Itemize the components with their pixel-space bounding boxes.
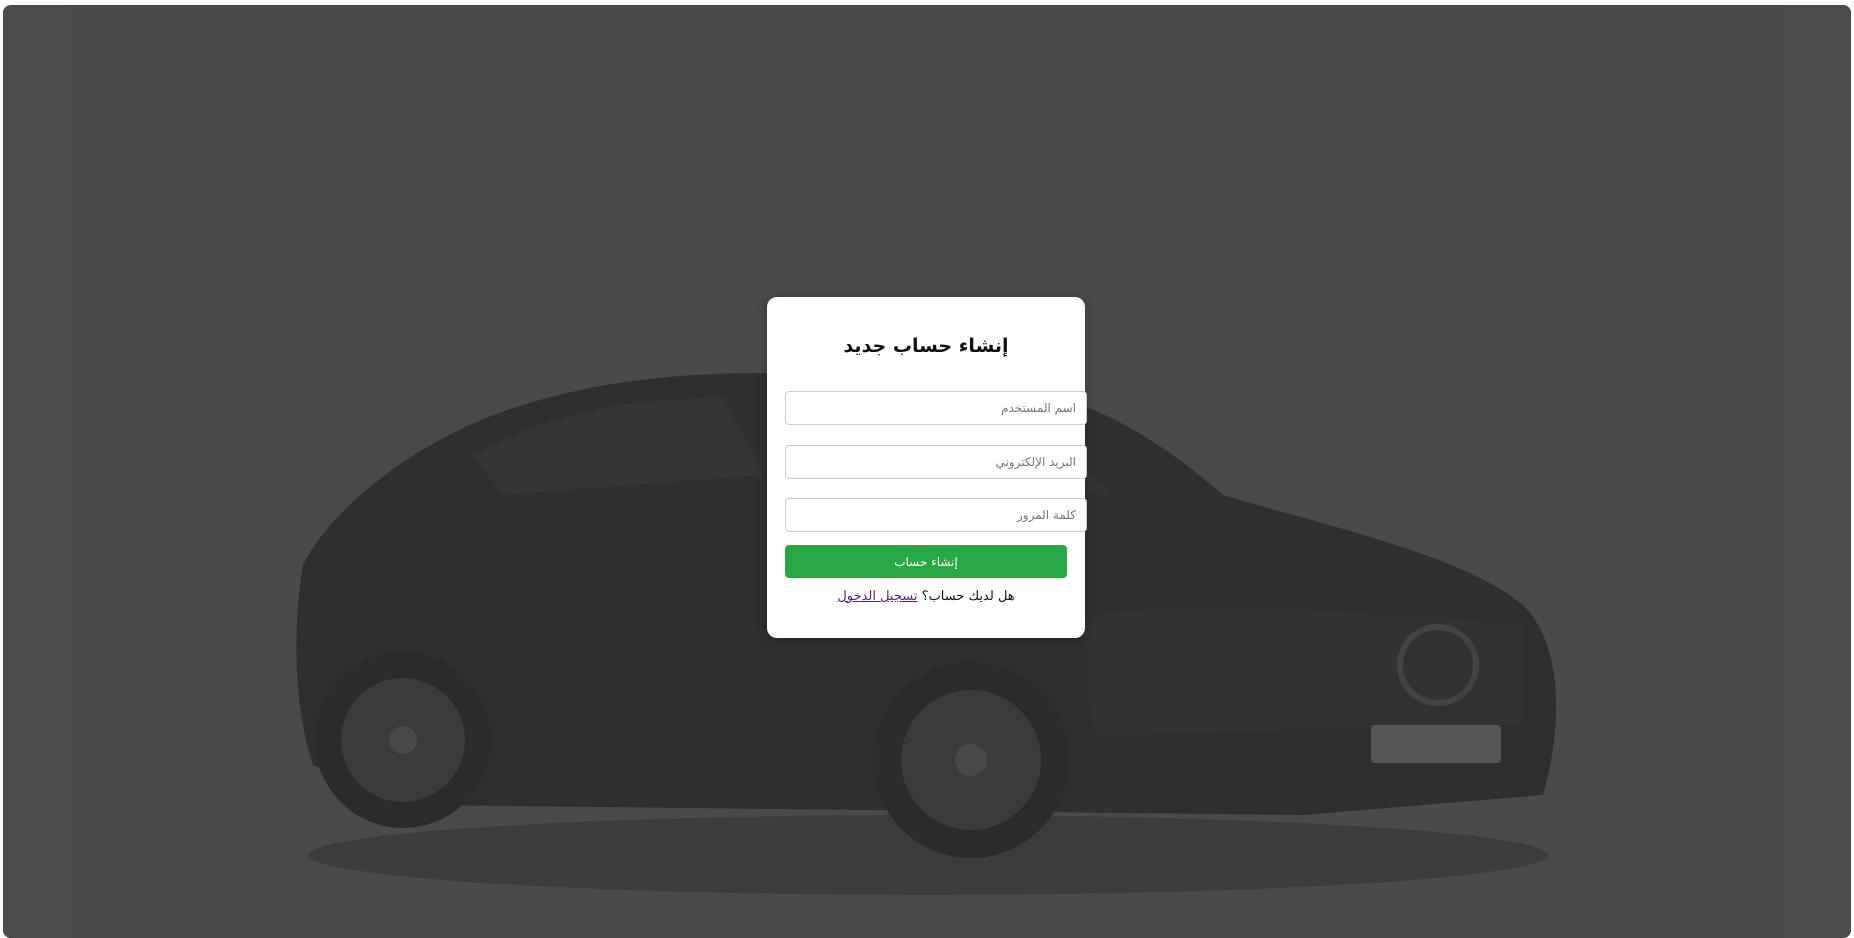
signup-card: إنشاء حساب جديد إنشاء حساب هل لديك حساب؟… (767, 297, 1087, 638)
create-account-button[interactable]: إنشاء حساب (785, 545, 1067, 578)
email-input[interactable] (785, 445, 1087, 479)
username-input[interactable] (785, 391, 1087, 425)
login-prompt: هل لديك حساب؟ تسجيل الدخول (767, 589, 1085, 604)
have-account-text: هل لديك حساب؟ (921, 589, 1015, 604)
login-link[interactable]: تسجيل الدخول (837, 589, 917, 604)
signup-title: إنشاء حساب جديد (843, 335, 1009, 357)
password-input[interactable] (785, 498, 1087, 532)
